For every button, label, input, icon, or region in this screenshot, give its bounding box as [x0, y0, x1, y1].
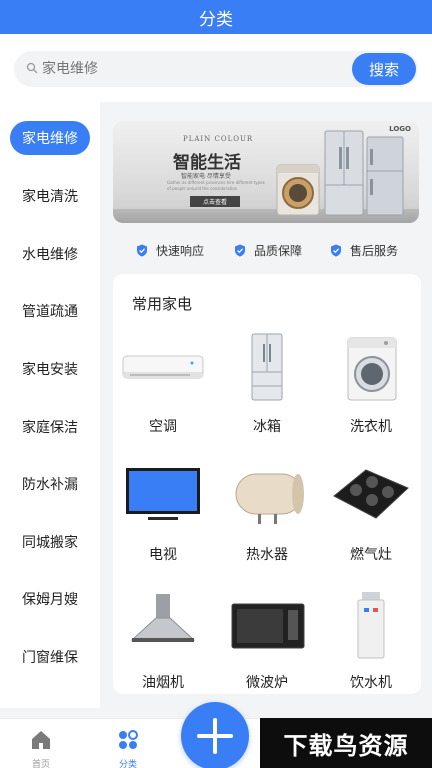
appliance-label: 洗衣机	[350, 419, 392, 435]
common-appliances-card: 常用家电 空调 冰箱 洗衣机 电视 热水器 燃气灶 油烟机 微波炉 饮水机	[113, 274, 421, 694]
appliance-label: 饮水机	[350, 675, 392, 691]
appliance-label: 空调	[149, 419, 177, 435]
promo-banner[interactable]: LOGO PLAIN COLOUR 智能生活 智能家电 尽情享受 Gather …	[113, 121, 419, 223]
refrigerator-icon	[251, 333, 283, 401]
feature-quality-assurance: 品质保障	[234, 240, 302, 260]
appliance-item-microwave[interactable]: 微波炉	[217, 588, 317, 706]
feature-fast-response: 快速响应	[136, 240, 204, 260]
gas-stove-icon	[333, 469, 409, 519]
banner-fine-print: Gather as different provinces hire diffe…	[167, 180, 265, 191]
sidebar-item-moving[interactable]: 同城搬家	[0, 525, 100, 559]
service-features: 快速响应 品质保障 售后服务	[100, 236, 432, 264]
shield-check-icon	[331, 244, 341, 256]
header-bar: 分类	[0, 0, 432, 34]
category-sidebar: 家电维修 家电清洗 水电维修 管道疏通 家电安装 家庭保洁 防水补漏 同城搬家 …	[0, 102, 100, 708]
watermark: 下载鸟资源	[260, 718, 432, 768]
appliance-item-refrigerator[interactable]: 冰箱	[217, 332, 317, 450]
sidebar-item-door-window[interactable]: 门窗维保	[0, 640, 100, 674]
appliance-item-gas-stove[interactable]: 燃气灶	[321, 460, 421, 578]
search-icon	[26, 62, 38, 74]
television-icon	[126, 468, 200, 520]
appliance-label: 冰箱	[253, 419, 281, 435]
appliance-item-television[interactable]: 电视	[113, 460, 213, 578]
search-area: 搜索	[0, 34, 432, 102]
sidebar-item-waterproofing[interactable]: 防水补漏	[0, 467, 100, 501]
tab-label: 分类	[118, 760, 137, 768]
banner-subtitle: 智能家电 尽情享受	[181, 173, 231, 180]
sidebar-item-plumbing-electrical[interactable]: 水电维修	[0, 237, 100, 271]
sidebar-item-appliance-cleaning[interactable]: 家电清洗	[0, 179, 100, 213]
feature-label: 快速响应	[156, 243, 205, 258]
microwave-icon	[231, 603, 305, 649]
sidebar-item-appliance-repair[interactable]: 家电维修	[10, 121, 90, 155]
range-hood-icon	[130, 594, 196, 642]
plus-icon	[197, 718, 233, 754]
shield-check-icon	[137, 244, 147, 256]
tab-home[interactable]: 首页	[11, 721, 71, 768]
appliance-label: 燃气灶	[350, 547, 392, 563]
feature-after-sales: 售后服务	[330, 240, 398, 260]
washing-machine-icon	[347, 337, 397, 401]
banner-tagline: PLAIN COLOUR	[183, 135, 254, 143]
appliance-item-air-conditioner[interactable]: 空调	[113, 332, 213, 450]
category-icon	[119, 730, 138, 749]
banner-view-button[interactable]: 点击查看	[190, 196, 240, 207]
section-title: 常用家电	[132, 295, 193, 313]
page-title: 分类	[199, 9, 233, 30]
appliance-label: 油烟机	[142, 675, 184, 691]
search-box: 搜索	[14, 51, 418, 87]
tab-category[interactable]: 分类	[98, 721, 158, 768]
appliance-label: 热水器	[246, 547, 288, 563]
water-dispenser-icon	[357, 592, 385, 659]
appliance-item-water-dispenser[interactable]: 饮水机	[321, 588, 421, 706]
water-heater-icon	[235, 473, 304, 524]
appliance-item-water-heater[interactable]: 热水器	[217, 460, 317, 578]
shield-check-icon	[235, 244, 245, 256]
search-button[interactable]: 搜索	[352, 53, 416, 85]
content-area: LOGO PLAIN COLOUR 智能生活 智能家电 尽情享受 Gather …	[100, 102, 432, 708]
sidebar-item-house-cleaning[interactable]: 家庭保洁	[0, 410, 100, 444]
feature-label: 售后服务	[350, 243, 399, 258]
appliance-item-range-hood[interactable]: 油烟机	[113, 588, 213, 706]
sidebar-item-pipe-unclogging[interactable]: 管道疏通	[0, 294, 100, 328]
feature-label: 品质保障	[254, 243, 303, 258]
sidebar-item-appliance-install[interactable]: 家电安装	[0, 352, 100, 386]
search-input[interactable]	[42, 51, 342, 87]
appliance-label: 电视	[149, 547, 177, 563]
sidebar-item-nanny[interactable]: 保姆月嫂	[0, 582, 100, 616]
tab-label: 首页	[31, 760, 50, 768]
appliance-label: 微波炉	[246, 675, 288, 691]
home-icon	[32, 731, 50, 749]
appliance-item-washing-machine[interactable]: 洗衣机	[321, 332, 421, 450]
add-button[interactable]	[181, 702, 249, 768]
banner-appliances-image	[276, 130, 404, 216]
air-conditioner-icon	[122, 355, 204, 379]
banner-title: 智能生活	[173, 153, 241, 173]
